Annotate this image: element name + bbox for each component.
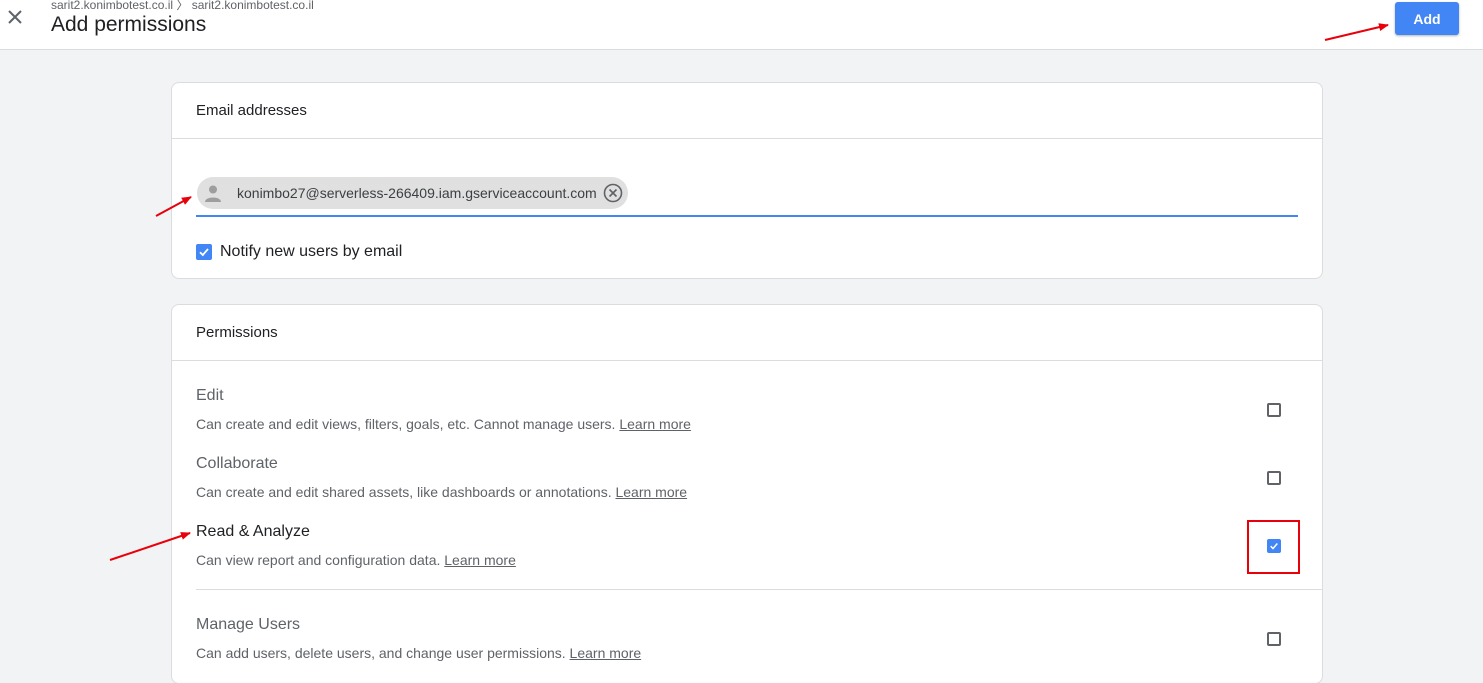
permission-description: Can create and edit views, filters, goal… <box>196 416 691 432</box>
breadcrumb: sarit2.konimbotest.co.il 〉 sarit2.konimb… <box>51 0 314 12</box>
notify-label: Notify new users by email <box>220 243 403 260</box>
permission-manage-users: Manage Users Can add users, delete users… <box>196 616 1296 661</box>
permissions-section-title: Permissions <box>172 305 1322 361</box>
permission-edit: Edit Can create and edit views, filters,… <box>196 387 1296 432</box>
email-input[interactable]: konimbo27@serverless-266409.iam.gservice… <box>196 175 1298 217</box>
chip-email-text: konimbo27@serverless-266409.iam.gservice… <box>237 185 597 201</box>
notify-checkbox[interactable] <box>196 244 212 260</box>
page-title: Add permissions <box>51 13 207 36</box>
learn-more-link[interactable]: Learn more <box>619 416 691 432</box>
permission-description: Can create and edit shared assets, like … <box>196 484 688 500</box>
permission-title: Edit <box>196 387 224 404</box>
edit-checkbox[interactable] <box>1267 403 1281 417</box>
email-addresses-card: Email addresses konimbo27@serverless-266… <box>171 82 1323 279</box>
email-chip[interactable]: konimbo27@serverless-266409.iam.gservice… <box>197 177 628 209</box>
permission-title: Manage Users <box>196 616 301 633</box>
permission-collaborate: Collaborate Can create and edit shared a… <box>196 455 1296 500</box>
person-icon <box>199 179 227 207</box>
permission-description: Can view report and configuration data. … <box>196 552 516 568</box>
permission-read-analyze: Read & Analyze Can view report and confi… <box>196 523 1296 568</box>
cancel-circle-icon[interactable] <box>602 182 624 204</box>
email-section-title: Email addresses <box>172 83 1322 139</box>
add-button[interactable]: Add <box>1395 2 1459 35</box>
learn-more-link[interactable]: Learn more <box>570 645 642 661</box>
divider <box>196 589 1323 590</box>
top-bar: sarit2.konimbotest.co.il 〉 sarit2.konimb… <box>0 0 1483 50</box>
permission-title: Collaborate <box>196 455 278 472</box>
annotation-highlight-box <box>1247 520 1300 574</box>
learn-more-link[interactable]: Learn more <box>615 484 687 500</box>
learn-more-link[interactable]: Learn more <box>444 552 516 568</box>
close-icon[interactable] <box>4 6 26 28</box>
notify-row: Notify new users by email <box>196 243 402 261</box>
check-icon <box>199 248 209 257</box>
permission-title: Read & Analyze <box>196 523 310 540</box>
collaborate-checkbox[interactable] <box>1267 471 1281 485</box>
manage-users-checkbox[interactable] <box>1267 632 1281 646</box>
permissions-card: Permissions Edit Can create and edit vie… <box>171 304 1323 683</box>
permission-description: Can add users, delete users, and change … <box>196 645 642 661</box>
